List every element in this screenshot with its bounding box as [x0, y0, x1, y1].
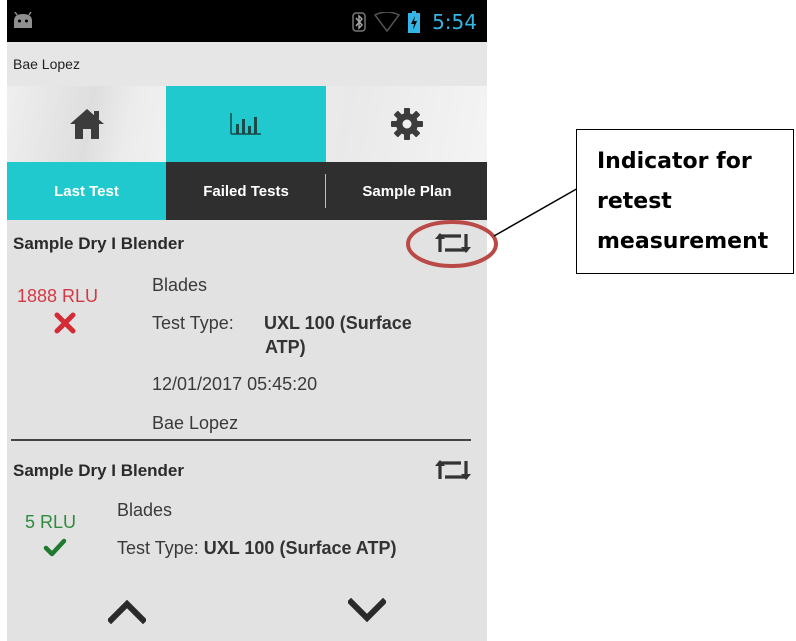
record-location: Blades: [152, 275, 208, 295]
retest-icon[interactable]: [435, 457, 471, 483]
user-name: Bae Lopez: [13, 56, 80, 72]
tab-last-test[interactable]: Last Test: [7, 162, 166, 220]
chart-icon: [230, 113, 261, 135]
callout-text: Indicator for retest measurement: [597, 149, 769, 254]
record-title: Sample Dry I Blender: [13, 461, 185, 480]
bluetooth-icon: [352, 12, 366, 32]
test-type-value-cont: ATP): [265, 337, 306, 357]
test-type-label: Test Type:: [152, 313, 234, 333]
rlu-value: 5 RLU: [25, 512, 77, 532]
retest-icon[interactable]: [435, 230, 471, 256]
tab-divider: [325, 174, 326, 208]
gear-icon: [391, 108, 423, 140]
pass-check-icon: [43, 538, 67, 557]
record-datetime: 12/01/2017 05:45:20: [152, 374, 318, 394]
status-bar: 5:54: [7, 0, 487, 42]
record-title: Sample Dry I Blender: [13, 234, 185, 253]
fail-x-icon: [54, 312, 76, 334]
tab-sample-plan[interactable]: Sample Plan: [327, 162, 487, 220]
record-location: Blades: [117, 500, 173, 520]
chevron-down-icon[interactable]: [348, 598, 386, 624]
rlu-value: 1888 RLU: [17, 286, 99, 306]
annotation-callout: Indicator for retest measurement: [576, 129, 794, 274]
tab-failed-tests[interactable]: Failed Tests: [166, 162, 326, 220]
android-icon: [14, 12, 32, 28]
nav-home-button[interactable]: [7, 86, 167, 162]
callout-pointer-line: [493, 186, 581, 237]
main-nav: [7, 86, 487, 162]
record-separator: [11, 439, 471, 441]
home-icon: [70, 109, 104, 139]
clock-time: 5:54: [432, 10, 477, 34]
tab-bar: Last Test Failed Tests Sample Plan: [7, 162, 487, 220]
test-type-value: UXL 100 (Surface: [264, 313, 412, 333]
battery-icon: [408, 11, 421, 33]
user-bar: Bae Lopez: [7, 42, 487, 86]
phone-screen: 5:54 Bae Lopez Last Test Failed Tests Sa…: [7, 0, 487, 641]
chevron-up-icon[interactable]: [108, 598, 146, 624]
test-type-row: Test Type: UXL 100 (Surface ATP): [117, 538, 397, 558]
record-user: Bae Lopez: [152, 413, 239, 433]
nav-settings-button[interactable]: [327, 86, 487, 162]
nav-results-button[interactable]: [166, 86, 326, 162]
wifi-icon: [374, 12, 401, 32]
